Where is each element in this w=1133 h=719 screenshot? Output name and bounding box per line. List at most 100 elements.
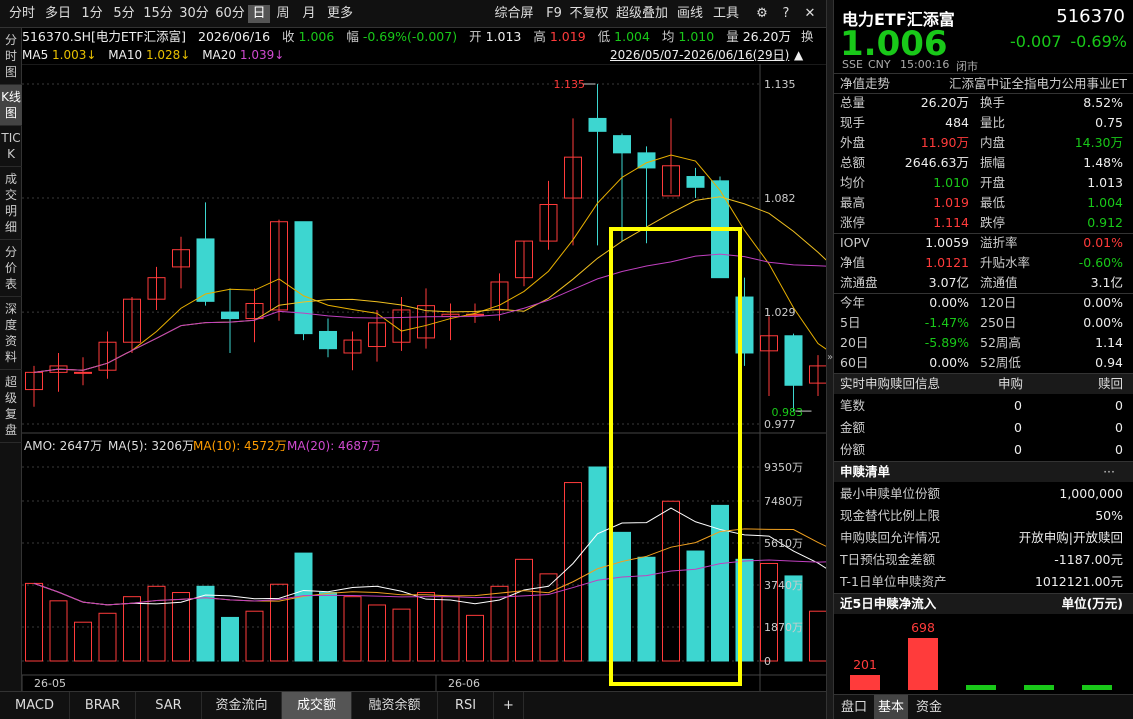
list-row-value: 1,000,000	[1059, 486, 1123, 501]
max-price-label: 1.135	[554, 78, 586, 91]
settings-gear-icon[interactable]: ⚙	[752, 5, 772, 23]
period-tab-3[interactable]: 5分	[108, 5, 140, 23]
period-tab-4[interactable]: 15分	[140, 5, 176, 23]
period-tab-6[interactable]: 60分	[212, 5, 248, 23]
period-toolbar: 分时 多日 1分 5分 15分 30分 60分日周月更多 综合屏 F9 不复权 超级叠加 画线 工具 ⚙?…	[0, 0, 826, 28]
period-value-a: -5.89%	[924, 335, 969, 350]
left-tab-1[interactable]: K线图	[0, 85, 22, 126]
trend-label[interactable]: 净值走势	[840, 74, 890, 94]
quote-value-b: 0.75	[1095, 115, 1123, 130]
high-label: 高	[533, 29, 546, 44]
candle-body	[221, 311, 239, 320]
left-tab-2[interactable]: TICK	[0, 126, 22, 167]
quote-label-b: 跌停	[980, 215, 1006, 230]
period-label-b: 52周低	[980, 355, 1021, 370]
volume-tick-2: 5610万	[764, 537, 803, 550]
left-tab-4[interactable]: 分价表	[0, 240, 22, 297]
period-label-b: 52周高	[980, 335, 1021, 350]
close-icon[interactable]: ✕	[800, 5, 820, 23]
volume-bar	[809, 610, 826, 662]
switch-label: 换	[800, 29, 814, 44]
panel-divider[interactable]: »	[826, 0, 834, 719]
toolbar-right-4[interactable]: 画线	[672, 5, 708, 23]
close-label: 收	[282, 29, 295, 44]
toolbar-right-0[interactable]: 综合屏	[486, 5, 542, 23]
iopv-label-a: 流通盘	[840, 275, 878, 290]
amo-label: AMO: 2647万	[24, 439, 102, 453]
iopv-label-b: 升贴水率	[980, 255, 1031, 270]
quote-label-a: 总量	[840, 95, 866, 110]
volume-bar	[662, 500, 680, 662]
period-tab-0[interactable]: 分时	[4, 5, 40, 23]
volume-bar	[245, 610, 264, 662]
avg-value: 1.010	[678, 29, 715, 44]
panel-tab-0[interactable]: 盘口	[838, 695, 870, 719]
price-change-pct: -0.69%	[1070, 32, 1127, 51]
indicator-tab-2[interactable]: SAR	[136, 692, 202, 719]
period-tab-2[interactable]: 1分	[76, 5, 108, 23]
flow-bar	[1082, 685, 1112, 690]
toolbar-right-2[interactable]: 不复权	[566, 5, 612, 23]
kline-chart[interactable]: 1.135 1.082 1.029 0.977 9350万 7480万 5610万 3740万…	[22, 64, 826, 691]
iopv-value-a: 1.0059	[925, 235, 969, 250]
volume-bar	[294, 552, 313, 662]
indicator-tab-5[interactable]: 融资余额	[352, 692, 438, 719]
period-tab-7[interactable]: 日	[248, 5, 270, 23]
price-tick-0: 1.135	[764, 78, 796, 91]
vol-ma20-label: MA(20): 4687万	[287, 439, 381, 453]
toolbar-right-1[interactable]: F9	[542, 5, 566, 23]
indicator-tab-7[interactable]: +	[494, 692, 524, 719]
period-tab-9[interactable]: 月	[296, 5, 322, 23]
quote-panel: 电力ETF汇添富 516370 1.006 -0.007 -0.69% SSE CNY 15:…	[834, 0, 1133, 719]
flow-bar	[908, 638, 938, 690]
redeem-row-sell: 0	[1115, 420, 1123, 435]
quote-value-a: 2646.63万	[904, 155, 969, 170]
indicator-tab-4[interactable]: 成交额	[282, 692, 352, 719]
volume-bar	[123, 596, 141, 662]
high-value: 1.019	[549, 29, 586, 44]
collapse-arrow-icon[interactable]: ▲	[794, 46, 803, 64]
left-tab-5[interactable]: 深度资料	[0, 297, 22, 370]
toolbar-right-5[interactable]: 工具	[708, 5, 744, 23]
more-icon[interactable]: ···	[1103, 462, 1115, 482]
quote-value-b: 1.004	[1087, 195, 1123, 210]
iopv-label-b: 溢折率	[980, 235, 1018, 250]
period-tab-5[interactable]: 30分	[176, 5, 212, 23]
symbol-label: 516370.SH[电力ETF汇添富]	[22, 29, 187, 44]
quote-label-b: 内盘	[980, 135, 1006, 150]
close-value: 1.006	[298, 29, 335, 44]
volume-bar	[25, 582, 43, 662]
indicator-tab-3[interactable]: 资金流向	[202, 692, 282, 719]
flow-bar-label: 201	[853, 657, 877, 673]
period-label-b: 120日	[980, 295, 1017, 310]
exchange-label: SSE	[842, 58, 863, 71]
help-icon[interactable]: ?	[776, 5, 796, 23]
left-tab-0[interactable]: 分时图	[0, 28, 22, 85]
volume-tick-5: 0	[764, 655, 771, 668]
indicator-tab-1[interactable]: BRAR	[70, 692, 136, 719]
ma20-value: 1.039↓	[239, 48, 285, 62]
market-status: 闭市	[956, 60, 978, 73]
expand-arrow-icon[interactable]: »	[827, 352, 833, 363]
quote-value-b: 8.52%	[1083, 95, 1123, 110]
redeem-row-sell: 0	[1115, 442, 1123, 457]
change-label: 幅	[346, 29, 359, 44]
left-tab-3[interactable]: 成交明细	[0, 167, 22, 240]
volume-bar	[49, 600, 68, 662]
date-range[interactable]: 2026/05/07-2026/06/16(29日)	[610, 46, 789, 64]
period-tab-8[interactable]: 周	[270, 5, 296, 23]
toolbar-right-3[interactable]: 超级叠加	[612, 5, 672, 23]
x-label-0: 26-05	[34, 677, 66, 690]
vol-ma5-line	[33, 507, 826, 606]
iopv-value-a: 3.07亿	[928, 275, 969, 290]
panel-tab-2[interactable]: 资金	[912, 695, 946, 719]
volume-bar	[343, 596, 362, 662]
redeem-row-label: 份额	[840, 442, 866, 457]
indicator-tab-6[interactable]: RSI	[438, 692, 494, 719]
panel-tab-1[interactable]: 基本	[874, 695, 908, 719]
indicator-tab-0[interactable]: MACD	[0, 692, 70, 719]
left-tab-6[interactable]: 超级复盘	[0, 370, 22, 443]
redeem-row-buy: 0	[1014, 420, 1022, 435]
period-tab-1[interactable]: 多日	[40, 5, 76, 23]
period-tab-10[interactable]: 更多	[322, 5, 358, 23]
